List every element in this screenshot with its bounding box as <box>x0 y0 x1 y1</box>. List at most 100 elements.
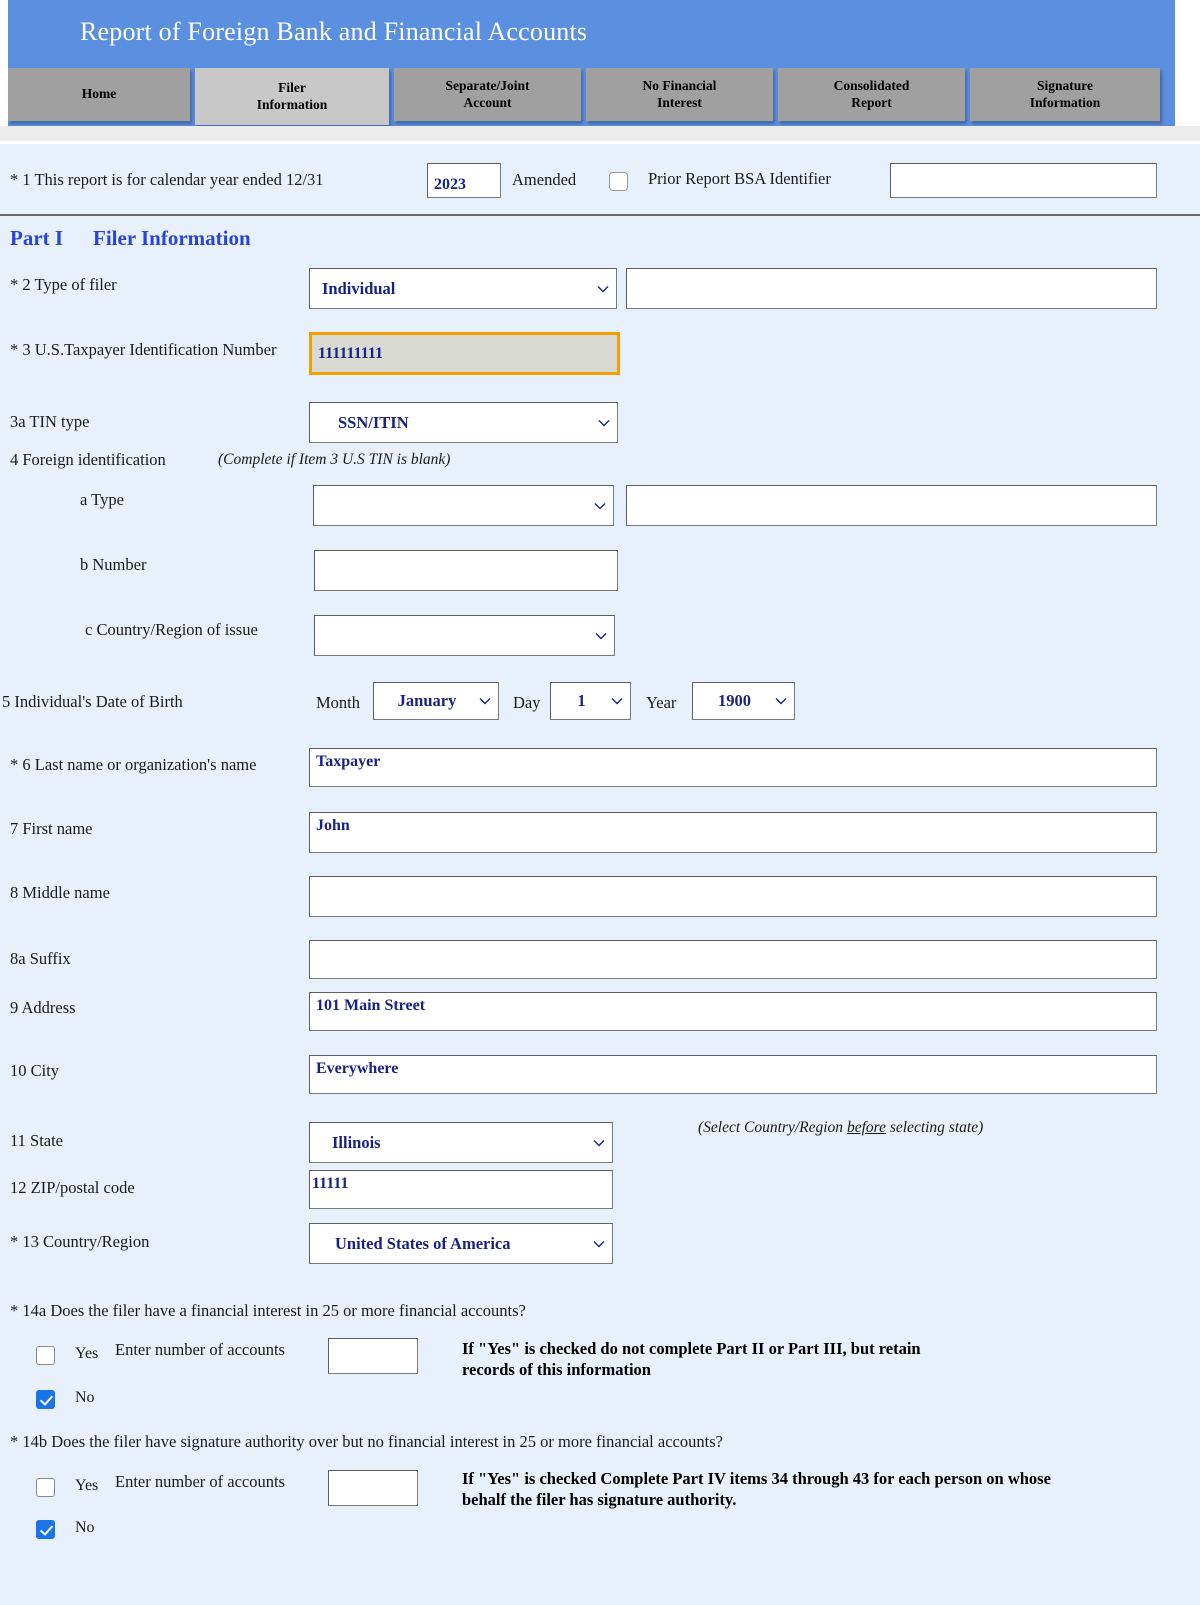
zip-postal-code-input[interactable]: 11111 <box>309 1170 613 1209</box>
tabbar-underline-strip <box>0 126 1200 144</box>
dob-month-select[interactable]: January <box>373 682 499 720</box>
foreign-id-country-select[interactable] <box>314 615 615 656</box>
item3-label: * 3 U.S.Taxpayer Identification Number <box>10 340 277 359</box>
item13-label: * 13 Country/Region <box>10 1232 150 1251</box>
foreign-id-number-input[interactable] <box>314 550 618 591</box>
tab-separate-joint-account-line1: Separate/Joint <box>445 77 530 93</box>
chevron-down-icon <box>775 695 787 706</box>
tin-type-select[interactable]: SSN/ITIN <box>309 402 618 443</box>
page-title: Report of Foreign Bank and Financial Acc… <box>80 17 588 46</box>
tab-signature-information-line1: Signature <box>1036 77 1093 93</box>
item4-note: (Complete if Item 3 U.S TIN is blank) <box>218 451 451 468</box>
form-body: * 1 This report is for calendar year end… <box>0 144 1200 1605</box>
middle-name-input[interactable] <box>309 876 1157 917</box>
tab-no-financial-interest-line1: No Financial <box>642 77 717 93</box>
tab-home[interactable]: Home <box>8 68 190 121</box>
amended-checkbox[interactable] <box>609 172 628 191</box>
foreign-id-type-select[interactable] <box>313 485 614 526</box>
item11-label: 11 State <box>10 1131 64 1150</box>
dob-day-label: Day <box>513 693 541 712</box>
item14a-yes-checkbox[interactable] <box>36 1346 55 1365</box>
item5-label: 5 Individual's Date of Birth <box>2 692 183 711</box>
type-of-filer-other-input[interactable] <box>626 268 1157 309</box>
tin-type-value: SSN/ITIN <box>338 412 409 432</box>
us-taxpayer-identification-number-input[interactable]: 111111111 <box>309 332 620 375</box>
item14b-account-count-input[interactable] <box>328 1470 418 1506</box>
first-name-input[interactable]: John <box>309 812 1157 853</box>
tab-filer-information-line2: Information <box>256 96 328 112</box>
state-hint-emphasis: before <box>846 1119 886 1136</box>
state-hint: (Select Country/Region before selecting … <box>698 1119 983 1137</box>
chevron-down-icon <box>597 282 609 293</box>
item1-label: * 1 This report is for calendar year end… <box>10 170 324 189</box>
item3a-label: 3a TIN type <box>10 412 90 431</box>
item8a-label: 8a Suffix <box>10 949 71 968</box>
address-input[interactable]: 101 Main Street <box>309 992 1157 1031</box>
type-of-filer-select[interactable]: Individual <box>309 268 617 309</box>
country-region-select[interactable]: United States of America <box>309 1223 613 1264</box>
item14b-note: If "Yes" is checked Complete Part IV ite… <box>462 1468 1112 1511</box>
dob-month-label: Month <box>316 693 361 712</box>
tab-filer-information[interactable]: Filer Information <box>195 68 389 125</box>
chevron-down-icon <box>595 629 607 640</box>
dob-year-select[interactable]: 1900 <box>692 682 795 720</box>
item14b-no-checkbox[interactable] <box>36 1520 55 1539</box>
calendar-year-input[interactable]: 2023 <box>427 163 501 198</box>
item7-label: 7 First name <box>10 819 93 838</box>
item14b-note-line2: behalf the filer has signature authority… <box>462 1490 737 1510</box>
suffix-input[interactable] <box>309 940 1157 979</box>
tab-bar: Home Filer Information Separate/Joint Ac… <box>8 68 1175 126</box>
tab-separate-joint-account[interactable]: Separate/Joint Account <box>394 68 581 121</box>
chevron-down-icon <box>594 499 606 510</box>
chevron-down-icon <box>611 695 623 706</box>
tab-home-line1: Home <box>81 86 117 102</box>
item9-label: 9 Address <box>10 998 76 1017</box>
item2-label: * 2 Type of filer <box>10 275 117 294</box>
part-title: Filer Information <box>93 226 251 250</box>
item14b-yes-label: Yes <box>75 1477 99 1494</box>
calendar-year-row: * 1 This report is for calendar year end… <box>0 144 1200 216</box>
item14a-enter-label: Enter number of accounts <box>115 1340 285 1359</box>
item14b-yes-checkbox[interactable] <box>36 1478 55 1497</box>
city-input[interactable]: Everywhere <box>309 1055 1157 1094</box>
type-of-filer-value: Individual <box>322 278 396 298</box>
dob-month-value: January <box>397 691 457 710</box>
foreign-id-type-other-input[interactable] <box>626 485 1157 526</box>
tab-signature-information-line2: Information <box>1029 94 1101 110</box>
tab-consolidated-report[interactable]: Consolidated Report <box>778 68 965 121</box>
chevron-down-icon <box>593 1237 605 1248</box>
chevron-down-icon <box>593 1136 605 1147</box>
dob-day-value: 1 <box>577 691 586 710</box>
dob-day-select[interactable]: 1 <box>550 682 631 720</box>
dob-year-value: 1900 <box>718 691 751 710</box>
item14b-note-line1: If "Yes" is checked Complete Part IV ite… <box>462 1469 1051 1488</box>
state-hint-suffix: selecting state) <box>885 1119 984 1136</box>
item14a-no-checkbox[interactable] <box>36 1390 55 1409</box>
item14a-note-line1: If "Yes" is checked do not complete Part… <box>462 1339 921 1358</box>
tab-no-financial-interest[interactable]: No Financial Interest <box>586 68 773 121</box>
item4a-label: a Type <box>80 490 124 509</box>
item14a-note: If "Yes" is checked do not complete Part… <box>462 1338 982 1381</box>
item10-label: 10 City <box>10 1061 60 1080</box>
item14b-question: * 14b Does the filer have signature auth… <box>10 1432 723 1451</box>
last-name-input[interactable]: Taxpayer <box>309 748 1157 787</box>
item4-label: 4 Foreign identification <box>10 450 166 469</box>
tab-filer-information-line1: Filer <box>278 79 306 95</box>
item4b-label: b Number <box>80 555 147 574</box>
item14a-note-line2: records of this information <box>462 1360 651 1380</box>
tab-signature-information[interactable]: Signature Information <box>970 68 1160 121</box>
item14a-question: * 14a Does the filer have a financial in… <box>10 1301 526 1320</box>
country-region-value: United States of America <box>335 1233 511 1253</box>
item12-label: 12 ZIP/postal code <box>10 1178 135 1197</box>
tab-consolidated-report-line1: Consolidated <box>833 77 910 93</box>
state-value: Illinois <box>332 1132 381 1152</box>
item14a-no-label: No <box>75 1389 95 1406</box>
chevron-down-icon <box>598 416 610 427</box>
item14a-yes-label: Yes <box>75 1345 99 1362</box>
item14a-account-count-input[interactable] <box>328 1338 418 1374</box>
tab-no-financial-interest-line2: Interest <box>657 94 702 110</box>
state-select[interactable]: Illinois <box>309 1122 613 1163</box>
state-hint-prefix: (Select Country/Region <box>698 1119 847 1136</box>
prior-bsa-identifier-input[interactable] <box>890 163 1157 198</box>
part-number: Part I <box>10 226 64 250</box>
